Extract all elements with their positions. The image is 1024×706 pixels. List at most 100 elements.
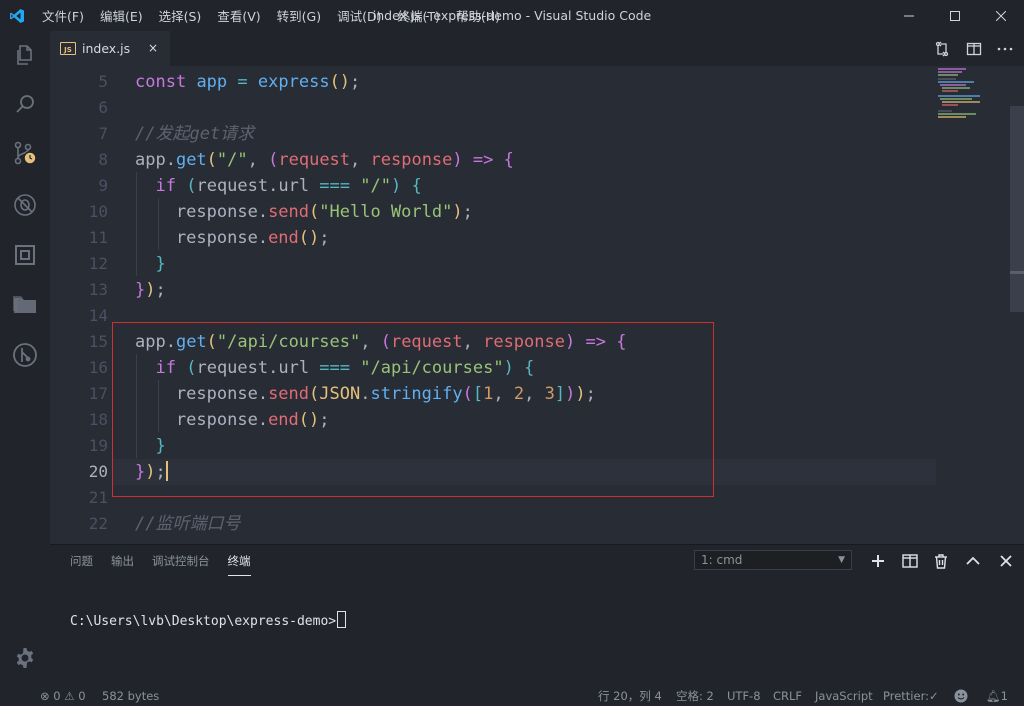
code-line: 15 app.get("/api/courses", (request, res… [50, 329, 936, 355]
split-editor-icon[interactable] [959, 31, 989, 66]
menu-debug[interactable]: 调试(D) [329, 6, 389, 25]
search-icon[interactable] [0, 84, 50, 124]
vscode-logo-icon [0, 0, 34, 31]
editor-scrollbar[interactable] [1010, 106, 1024, 312]
indentation[interactable]: 空格: 2 [676, 686, 714, 706]
menu-help[interactable]: 帮助(H) [448, 6, 508, 25]
problems-status[interactable]: ⊗ 0 ⚠ 0 [40, 686, 86, 706]
folder-icon[interactable] [0, 285, 50, 325]
language-mode[interactable]: JavaScript [815, 686, 873, 706]
terminal-cursor [337, 611, 347, 628]
panel-tabs: 问题 输出 调试控制台 终端 [70, 553, 269, 576]
menu-terminal[interactable]: 终端(T) [389, 6, 447, 25]
string-literal: "/api/courses" [360, 358, 504, 378]
code-line: 17 response.send(JSON.stringify([1, 2, 3… [50, 381, 936, 407]
extensions-icon[interactable] [0, 235, 50, 275]
terminal-output[interactable]: C:\Users\lvb\Desktop\express-demo> [70, 611, 347, 629]
string-literal: "/" [360, 176, 391, 196]
string-literal: "/api/courses" [216, 332, 361, 352]
tab-debug-console[interactable]: 调试控制台 [152, 553, 210, 575]
tab-index-js[interactable]: JS index.js × [50, 31, 170, 66]
menu-edit[interactable]: 编辑(E) [92, 6, 151, 25]
line-number: 11 [88, 228, 108, 247]
number-literal: 2 [513, 384, 525, 404]
window-controls [886, 0, 1024, 31]
close-window-button[interactable] [978, 0, 1024, 31]
kill-terminal-icon[interactable] [931, 551, 951, 571]
close-tab-icon[interactable]: × [148, 41, 158, 55]
new-terminal-icon[interactable] [868, 551, 888, 571]
prettier-status[interactable]: Prettier:✓ [883, 686, 939, 706]
code-line: 7 //发起get请求 [50, 121, 936, 147]
code-comment: //发起get请求 [135, 124, 255, 144]
notifications[interactable]: 🔔︎1 [986, 686, 1008, 706]
scroll-position-marker [1010, 271, 1024, 274]
open-changes-icon[interactable] [927, 31, 957, 66]
code-line: 18 response.end(); [50, 407, 936, 433]
line-number: 12 [88, 254, 108, 273]
file-size: 582 bytes [102, 689, 160, 703]
code-line: 13 }); [50, 277, 936, 303]
minimize-button[interactable] [886, 0, 932, 31]
line-number: 21 [88, 488, 108, 507]
minimap[interactable] [936, 66, 1010, 126]
code-line-active: 20 }); [50, 459, 936, 485]
tab-output[interactable]: 输出 [111, 553, 134, 575]
line-number: 19 [88, 436, 108, 455]
debug-icon[interactable] [0, 185, 50, 225]
line-number: 7 [98, 124, 108, 143]
split-terminal-icon[interactable] [900, 551, 920, 571]
menu-view[interactable]: 查看(V) [209, 6, 268, 25]
bell-icon: 🔔︎ [986, 689, 1001, 703]
menu-go[interactable]: 转到(G) [269, 6, 329, 25]
number-literal: 3 [544, 384, 555, 404]
warning-icon: ⚠ [64, 689, 75, 703]
line-number: 10 [88, 202, 108, 221]
menu-selection[interactable]: 选择(S) [151, 6, 210, 25]
js-file-icon: JS [60, 42, 76, 55]
line-number: 6 [98, 98, 108, 117]
more-actions-icon[interactable] [990, 31, 1020, 66]
number-literal: 1 [483, 384, 494, 404]
menu-bar: 文件(F) 编辑(E) 选择(S) 查看(V) 转到(G) 调试(D) 终端(T… [34, 6, 508, 25]
source-control-icon[interactable] [0, 134, 50, 174]
terminal-prompt: C:\Users\lvb\Desktop\express-demo> [70, 614, 337, 629]
prettier-label: Prettier: [883, 689, 929, 703]
tab-terminal[interactable]: 终端 [227, 553, 251, 576]
menu-file[interactable]: 文件(F) [34, 6, 92, 25]
line-number: 14 [88, 306, 108, 325]
string-literal: "Hello World" [319, 202, 453, 222]
bottom-panel: 问题 输出 调试控制台 终端 1: cmd ▼ C:\Users\lvb\Des… [50, 544, 1024, 686]
code-line: 9 if (request.url === "/") { [50, 173, 936, 199]
line-number: 13 [88, 280, 108, 299]
notification-count: 1 [1000, 689, 1008, 703]
code-line: 8 app.get("/", (request, response) => { [50, 147, 936, 173]
line-number: 8 [98, 150, 108, 169]
title-bar: 文件(F) 编辑(E) 选择(S) 查看(V) 转到(G) 调试(D) 终端(T… [0, 0, 1024, 31]
git-graph-icon[interactable] [0, 335, 50, 375]
code-line: 10 response.send("Hello World"); [50, 199, 936, 225]
cursor-position[interactable]: 行 20，列 4 [598, 686, 662, 706]
dropdown-arrow-icon: ▼ [838, 555, 845, 565]
feedback-smiley-icon[interactable] [954, 686, 968, 706]
maximize-panel-icon[interactable] [963, 551, 983, 571]
code-line: 16 if (request.url === "/api/courses") { [50, 355, 936, 381]
settings-gear-icon[interactable] [0, 638, 50, 678]
activity-bar [0, 31, 50, 686]
code-line: 14 [50, 303, 936, 329]
line-number: 9 [98, 176, 108, 195]
code-line: 11 response.end(); [50, 225, 936, 251]
tab-label: index.js [82, 41, 131, 56]
error-icon: ⊗ [40, 689, 50, 703]
close-panel-icon[interactable] [996, 551, 1016, 571]
encoding[interactable]: UTF-8 [727, 686, 761, 706]
line-ending[interactable]: CRLF [773, 686, 802, 706]
warning-count: 0 [78, 689, 86, 703]
code-editor[interactable]: 5 const app = express(); 6 7 //发起get请求 8… [50, 66, 1024, 544]
terminal-select-value: 1: cmd [701, 553, 743, 567]
tab-problems[interactable]: 问题 [70, 553, 93, 575]
terminal-select[interactable]: 1: cmd ▼ [694, 550, 852, 570]
explorer-icon[interactable] [0, 35, 50, 75]
code-comment: //监听端口号 [135, 514, 241, 534]
maximize-button[interactable] [932, 0, 978, 31]
